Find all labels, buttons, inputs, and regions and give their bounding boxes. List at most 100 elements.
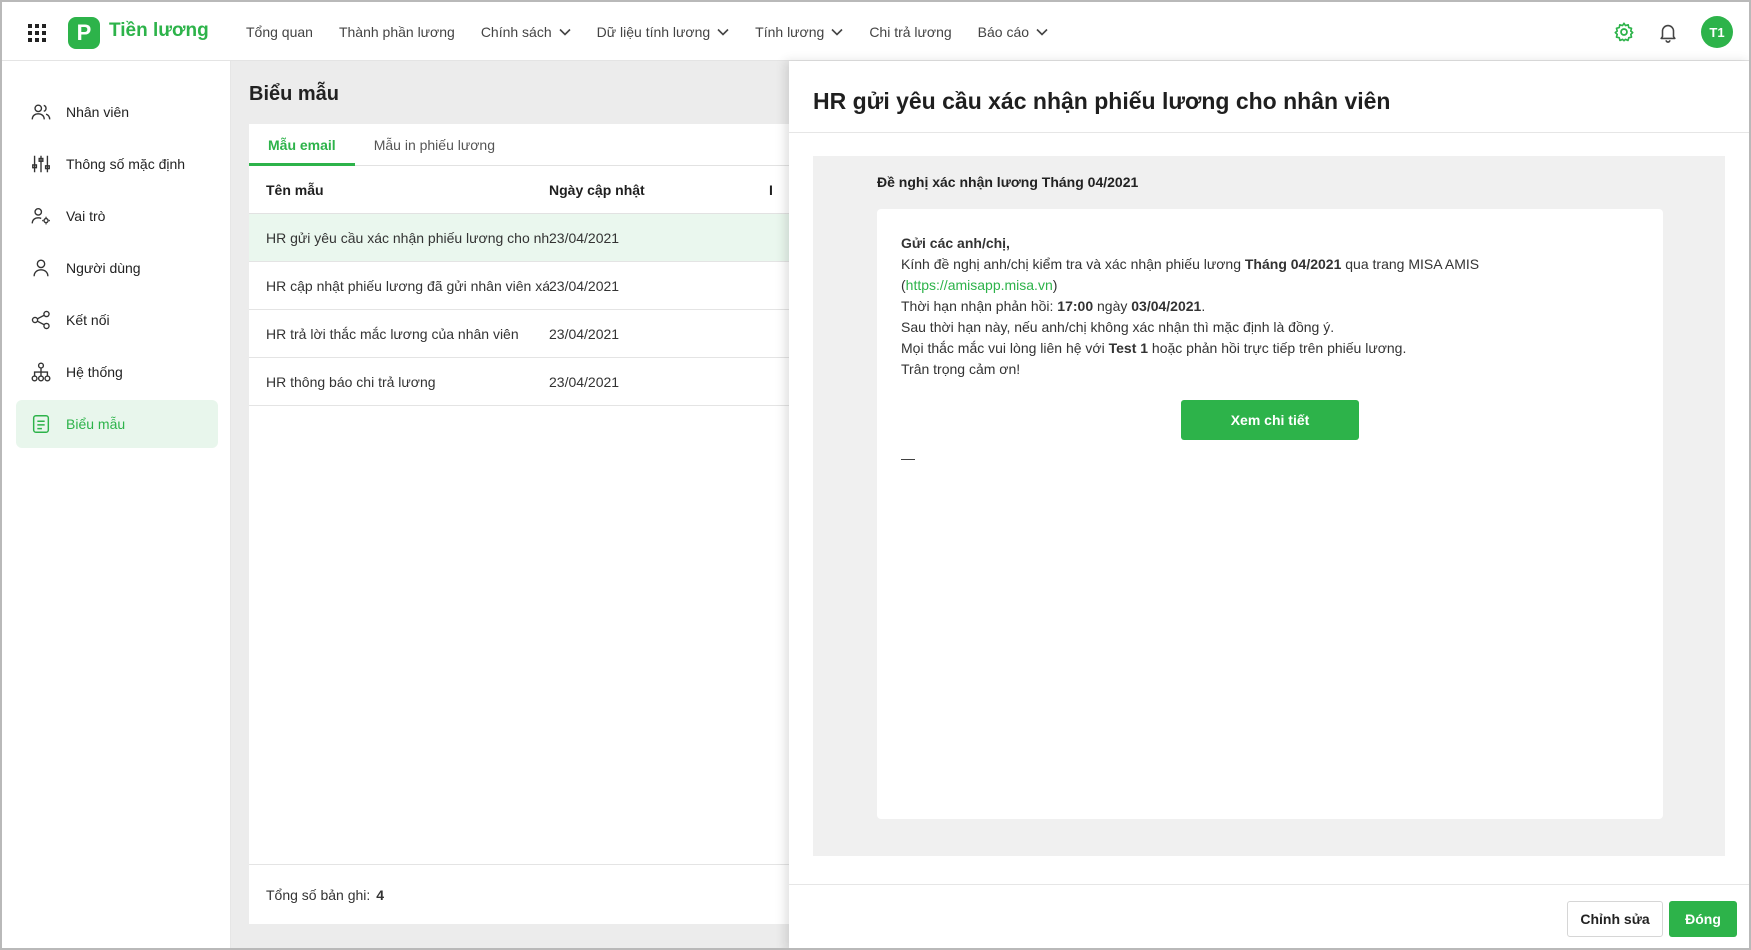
deadline-date: 03/04/2021 [1131, 298, 1202, 314]
email-body: Gửi các anh/chị, Kính đề nghị anh/chị ki… [877, 209, 1663, 819]
nav-item-chinh-sach[interactable]: Chính sách [481, 24, 571, 40]
hierarchy-icon [31, 362, 51, 382]
column-header-ngay-cap-nhat[interactable]: Ngày cập nhật [549, 182, 769, 198]
nav-item-tinh-luong[interactable]: Tính lương [755, 24, 843, 40]
nav-item-label: Thành phần lương [338, 23, 455, 40]
row-name: HR trả lời thắc mắc lương của nhân viên [266, 325, 519, 342]
row-date: 23/04/2021 [549, 229, 620, 246]
nav-item-du-lieu-tinh-luong[interactable]: Dữ liệu tính lương [597, 24, 730, 40]
table-row[interactable]: HR thông báo chi trả lương 23/04/2021 [249, 358, 789, 406]
sidebar-item-label: Người dùng [66, 260, 141, 276]
gear-icon[interactable] [1613, 21, 1635, 43]
row-date: 23/04/2021 [549, 325, 620, 342]
email-line: Kính đề nghị anh/chị kiểm tra và xác nhậ… [901, 254, 1639, 275]
app-launcher-icon[interactable] [28, 24, 46, 42]
edit-button[interactable]: Chỉnh sửa [1567, 901, 1663, 937]
sidebar-item-label: Thông số mặc định [66, 156, 186, 172]
row-date: 23/04/2021 [549, 277, 620, 294]
sidebar-item-label: Kết nối [66, 312, 110, 328]
nav-item-label: Báo cáo [977, 23, 1030, 40]
email-line: Mọi thắc mắc vui lòng liên hệ với Test 1… [901, 338, 1639, 359]
text: hoặc phản hồi trực tiếp trên phiếu lương… [1148, 340, 1407, 356]
email-signature: — [901, 450, 915, 466]
text: Mọi thắc mắc vui lòng liên hệ với [901, 340, 1109, 356]
sidebar-item-nhan-vien[interactable]: Nhân viên [16, 88, 218, 136]
template-list-card: Mẫu email Mẫu in phiếu lương Tên mẫu Ngà… [249, 124, 789, 924]
text: Kính đề nghị anh/chị kiểm tra và xác nhậ… [901, 256, 1245, 272]
chevron-down-icon [559, 28, 571, 36]
main-content: Biểu mẫu Mẫu email Mẫu in phiếu lương Tê… [231, 61, 789, 948]
column-header-truncated[interactable]: I [769, 182, 789, 198]
email-greeting: Gửi các anh/chị, [901, 235, 1010, 251]
close-button[interactable]: Đóng [1669, 901, 1737, 937]
nav-item-bao-cao[interactable]: Báo cáo [978, 24, 1048, 40]
tab-mau-in-phieu-luong[interactable]: Mẫu in phiếu lương [355, 124, 514, 166]
nav-item-label: Chi trả lương [869, 23, 952, 40]
row-name: HR thông báo chi trả lương [266, 373, 436, 390]
email-preview: Đề nghị xác nhận lương Tháng 04/2021 Gửi… [813, 156, 1725, 856]
contact-name: Test 1 [1108, 340, 1149, 356]
row-name: HR gửi yêu cầu xác nhận phiếu lương cho … [266, 229, 549, 246]
sidebar-item-label: Vai trò [66, 208, 106, 224]
main-nav: Tổng quan Thành phần lương Chính sách Dữ… [246, 2, 1074, 61]
deadline-time: 17:00 [1057, 298, 1094, 314]
sidebar-item-label: Nhân viên [66, 104, 130, 120]
sidebar-item-label: Biểu mẫu [66, 416, 126, 432]
top-bar: P Tiền lương Tổng quan Thành phần lương … [2, 2, 1749, 61]
list-footer: Tổng số bản ghi: 4 [249, 864, 789, 924]
total-records-label: Tổng số bản ghi: [266, 886, 371, 903]
highlight-month: Tháng 04/2021 [1244, 256, 1342, 272]
row-name: HR cập nhật phiếu lương đã gửi nhân viên… [266, 277, 549, 294]
bell-icon[interactable] [1657, 21, 1679, 43]
email-line: (https://amisapp.misa.vn) [901, 275, 1639, 296]
top-right-actions: T1 [1613, 16, 1733, 48]
nav-item-thanh-phan-luong[interactable]: Thành phần lương [339, 24, 455, 40]
view-details-button[interactable]: Xem chi tiết [1181, 400, 1359, 440]
email-line: Trân trọng cảm ơn! [901, 361, 1021, 377]
nav-item-label: Dữ liệu tính lương [596, 23, 711, 40]
email-subject: Đề nghị xác nhận lương Tháng 04/2021 [877, 174, 1139, 190]
chevron-down-icon [831, 28, 843, 36]
app-name[interactable]: Tiền lương [109, 20, 209, 42]
user-role-icon [31, 207, 50, 225]
chevron-down-icon [1036, 28, 1048, 36]
email-line: Thời hạn nhận phản hồi: 17:00 ngày 03/04… [901, 296, 1639, 317]
sliders-icon [32, 155, 50, 173]
total-records-count: 4 [376, 886, 385, 903]
nav-item-label: Chính sách [480, 23, 552, 40]
page-title: Biểu mẫu [249, 83, 340, 105]
email-line: Sau thời hạn này, nếu anh/chị không xác … [901, 319, 1335, 335]
panel-footer: Chỉnh sửa Đóng [789, 884, 1749, 948]
users-icon [31, 104, 51, 120]
row-date: 23/04/2021 [549, 373, 620, 390]
tab-bar: Mẫu email Mẫu in phiếu lương [249, 124, 789, 166]
sidebar-item-label: Hệ thống [66, 364, 123, 380]
table-row[interactable]: HR gửi yêu cầu xác nhận phiếu lương cho … [249, 214, 789, 262]
nav-item-chi-tra-luong[interactable]: Chi trả lương [869, 24, 951, 40]
sidebar-item-vai-tro[interactable]: Vai trò [16, 192, 218, 240]
sidebar-item-ket-noi[interactable]: Kết nối [16, 296, 218, 344]
app-logo[interactable]: P [68, 17, 100, 49]
sidebar-item-thong-so-mac-dinh[interactable]: Thông số mặc định [16, 140, 218, 188]
text: Thời hạn nhận phản hồi: [901, 298, 1058, 314]
sidebar-item-bieu-mau[interactable]: Biểu mẫu [16, 400, 218, 448]
share-icon [31, 310, 50, 330]
divider [789, 132, 1749, 133]
column-header-ten-mau[interactable]: Tên mẫu [249, 182, 549, 198]
user-icon [33, 259, 49, 277]
table-row[interactable]: HR trả lời thắc mắc lương của nhân viên … [249, 310, 789, 358]
nav-item-tong-quan[interactable]: Tổng quan [246, 24, 313, 40]
text: . [1201, 298, 1206, 314]
table-row[interactable]: HR cập nhật phiếu lương đã gửi nhân viên… [249, 262, 789, 310]
amis-link[interactable]: https://amisapp.misa.vn [906, 277, 1053, 293]
text: ngày [1093, 298, 1132, 314]
sidebar-item-nguoi-dung[interactable]: Người dùng [16, 244, 218, 292]
tab-mau-email[interactable]: Mẫu email [249, 124, 355, 166]
sidebar-item-he-thong[interactable]: Hệ thống [16, 348, 218, 396]
avatar[interactable]: T1 [1701, 16, 1733, 48]
nav-item-label: Tính lương [755, 23, 825, 40]
chevron-down-icon [717, 28, 729, 36]
app-window: P Tiền lương Tổng quan Thành phần lương … [0, 0, 1751, 950]
nav-item-label: Tổng quan [246, 23, 313, 40]
text: ) [1052, 277, 1058, 293]
